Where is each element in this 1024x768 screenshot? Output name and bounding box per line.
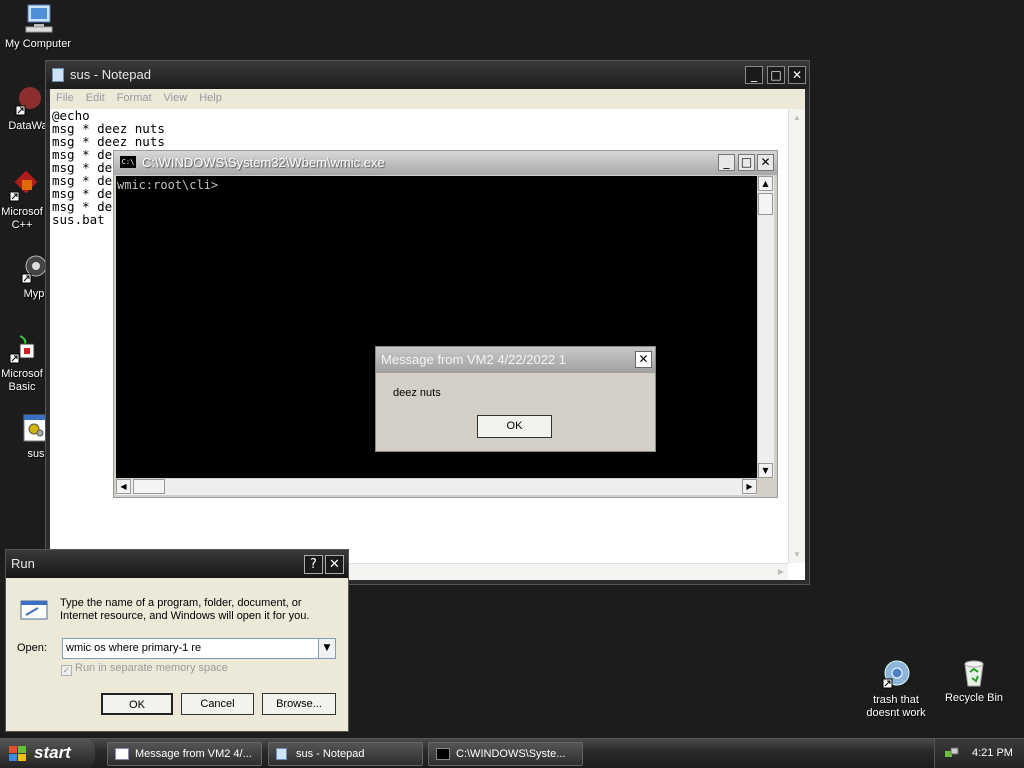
menu-format[interactable]: Format	[111, 89, 158, 107]
taskbar-item-console[interactable]: C:\WINDOWS\Syste...	[428, 742, 583, 766]
ok-button[interactable]: OK	[477, 415, 552, 438]
console-output: wmic:root\cli>	[117, 178, 219, 192]
console-icon	[436, 748, 450, 760]
application-shortcut-icon	[6, 332, 38, 364]
menu-edit[interactable]: Edit	[80, 89, 111, 107]
run-dialog[interactable]: Run ? ✕ Type the name of a program, fold…	[5, 549, 349, 732]
minimize-button[interactable]: _	[718, 154, 735, 171]
console-horizontal-scrollbar[interactable]: ◀ ▶	[116, 478, 757, 495]
desktop-icon-recycle-bin[interactable]: Recycle Bin	[936, 656, 1012, 705]
help-button[interactable]: ?	[304, 555, 323, 574]
scroll-up-arrow-icon[interactable]: ▲	[793, 113, 801, 122]
ok-button[interactable]: OK	[101, 693, 173, 715]
scroll-thumb[interactable]	[758, 193, 773, 215]
desktop-icon-label: My Computer	[4, 38, 72, 50]
start-button[interactable]: start	[0, 739, 95, 768]
run-separate-memory-checkbox[interactable]: ✓ Run in separate memory space	[61, 662, 228, 676]
console-title: C:\WINDOWS\System32\Wbem\wmic.exe	[142, 155, 385, 170]
computer-icon	[22, 2, 54, 34]
maximize-button[interactable]: □	[738, 154, 755, 171]
scroll-right-arrow-icon[interactable]: ▶	[742, 479, 757, 494]
start-label: start	[34, 743, 71, 762]
taskbar-item-label: sus - Notepad	[296, 748, 365, 760]
open-combobox[interactable]: wmic os where primary-1 re ▼	[62, 638, 336, 659]
console-app-icon: C:\	[120, 156, 136, 168]
taskbar: start Message from VM2 4/... sus - Notep…	[0, 738, 1024, 768]
message-title: Message from VM2 4/22/2022 1	[381, 352, 566, 367]
menu-help[interactable]: Help	[193, 89, 228, 107]
scroll-left-arrow-icon[interactable]: ◀	[116, 479, 131, 494]
notepad-menubar: File Edit Format View Help	[50, 89, 805, 109]
checkbox-label: Run in separate memory space	[75, 662, 228, 674]
close-button[interactable]: ✕	[635, 351, 652, 368]
windows-logo-icon	[9, 746, 27, 762]
chevron-down-icon[interactable]: ▼	[318, 639, 335, 658]
taskbar-item-notepad[interactable]: sus - Notepad	[268, 742, 423, 766]
application-shortcut-icon	[6, 170, 38, 202]
close-button[interactable]: ✕	[325, 555, 344, 574]
close-button[interactable]: ✕	[757, 154, 774, 171]
close-button[interactable]: ✕	[788, 66, 806, 84]
notepad-icon	[52, 68, 64, 82]
run-icon	[18, 598, 50, 622]
message-dialog[interactable]: Message from VM2 4/22/2022 1 ✕ deez nuts…	[375, 346, 656, 452]
menu-file[interactable]: File	[50, 89, 80, 107]
maximize-button[interactable]: □	[767, 66, 785, 84]
open-label: Open:	[17, 642, 47, 654]
recycle-bin-icon	[958, 656, 990, 688]
menu-view[interactable]: View	[158, 89, 194, 107]
desktop-icon-label: trash that doesnt work	[866, 694, 926, 719]
run-description: Type the name of a program, folder, docu…	[60, 597, 310, 622]
notepad-title: sus - Notepad	[70, 67, 151, 82]
desktop-icon-label: Recycle Bin	[944, 692, 1004, 704]
network-icon[interactable]	[945, 747, 959, 760]
chrome-shortcut-icon	[880, 658, 912, 690]
taskbar-item-message[interactable]: Message from VM2 4/...	[107, 742, 262, 766]
system-tray: 4:21 PM	[934, 739, 1024, 768]
taskbar-item-label: Message from VM2 4/...	[135, 748, 252, 760]
window-icon	[115, 748, 129, 760]
cancel-button[interactable]: Cancel	[181, 693, 254, 715]
message-text: deez nuts	[393, 387, 441, 399]
notepad-icon	[276, 748, 287, 760]
notepad-vertical-scrollbar[interactable]: ▲ ▼	[788, 109, 805, 563]
scroll-up-arrow-icon[interactable]: ▲	[758, 176, 773, 191]
checkbox-icon[interactable]: ✓	[61, 665, 72, 676]
desktop-icon-my-computer[interactable]: My Computer	[0, 2, 76, 51]
minimize-button[interactable]: _	[745, 66, 763, 84]
scroll-down-arrow-icon[interactable]: ▼	[793, 550, 801, 559]
notepad-titlebar[interactable]: sus - Notepad _ □ ✕	[46, 61, 809, 89]
message-titlebar[interactable]: Message from VM2 4/22/2022 1 ✕	[376, 347, 655, 373]
run-titlebar[interactable]: Run ? ✕	[6, 550, 348, 578]
open-input-value[interactable]: wmic os where primary-1 re	[66, 642, 201, 654]
browse-button[interactable]: Browse...	[262, 693, 336, 715]
console-titlebar[interactable]: C:\ C:\WINDOWS\System32\Wbem\wmic.exe _ …	[114, 151, 777, 175]
application-shortcut-icon	[12, 84, 44, 116]
clock[interactable]: 4:21 PM	[972, 747, 1013, 759]
console-vertical-scrollbar[interactable]: ▲ ▼	[757, 176, 774, 478]
scroll-right-arrow-icon[interactable]: ▶	[778, 567, 784, 576]
desktop-icon-trash-that-doesnt-work[interactable]: trash that doesnt work	[858, 658, 934, 720]
taskbar-item-label: C:\WINDOWS\Syste...	[456, 748, 566, 760]
scroll-thumb[interactable]	[133, 479, 165, 494]
scroll-down-arrow-icon[interactable]: ▼	[758, 463, 773, 478]
run-title: Run	[11, 556, 35, 571]
